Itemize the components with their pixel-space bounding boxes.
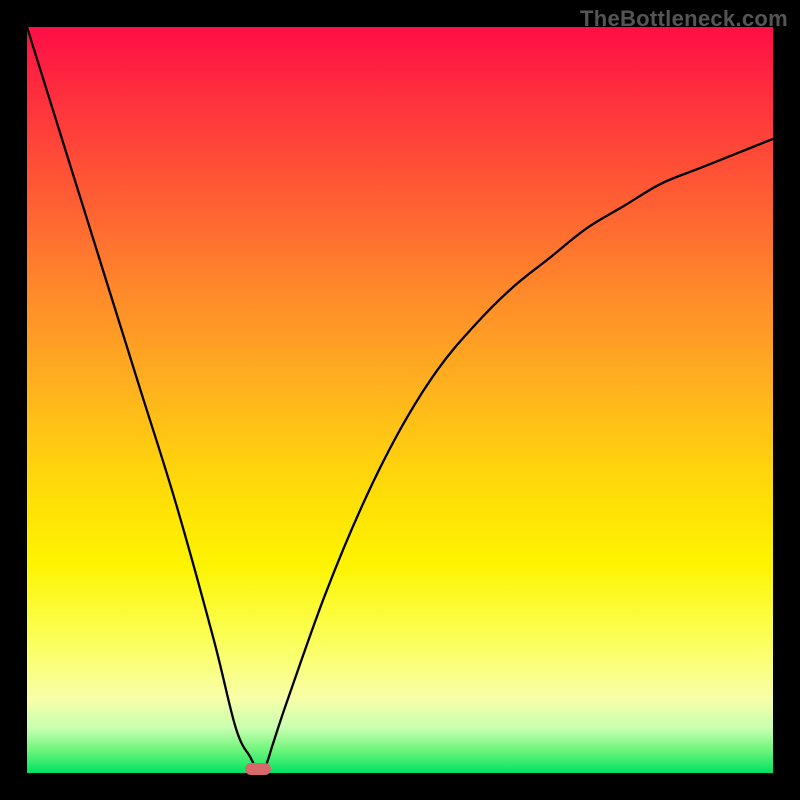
plot-area [27,27,773,773]
bottleneck-curve [27,27,773,773]
curve-svg [27,27,773,773]
minimum-marker [245,763,271,775]
chart-frame: TheBottleneck.com [0,0,800,800]
